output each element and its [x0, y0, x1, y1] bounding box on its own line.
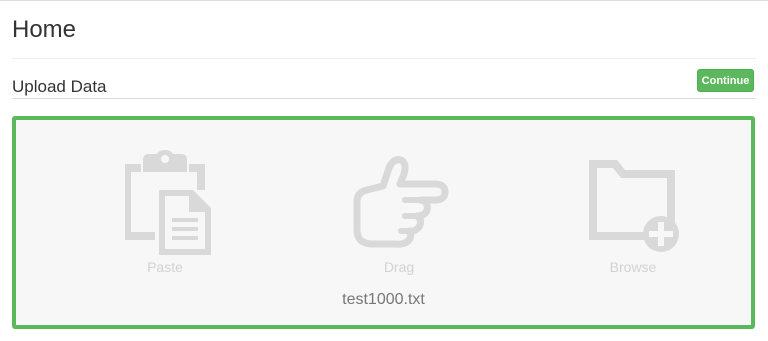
drag-label: Drag — [383, 259, 415, 275]
pointing-hand-icon — [353, 156, 449, 248]
clipboard-icon — [125, 150, 211, 255]
page-title: Home — [12, 16, 77, 43]
section-divider — [12, 98, 756, 99]
selected-file-name: test1000.txt — [342, 291, 425, 308]
header-divider — [12, 58, 756, 59]
paste-option[interactable]: Paste — [95, 150, 235, 275]
section-title: Upload Data — [12, 77, 107, 96]
continue-button[interactable]: Continue — [697, 69, 754, 92]
upload-dropzone[interactable]: Paste Drag Browse test1000.txt — [12, 116, 755, 329]
drag-option[interactable]: Drag — [329, 150, 469, 275]
browse-option[interactable]: Browse — [563, 150, 703, 275]
paste-label: Paste — [147, 259, 183, 275]
browse-label: Browse — [609, 259, 657, 275]
folder-plus-icon — [589, 160, 679, 252]
top-divider — [0, 0, 768, 1]
